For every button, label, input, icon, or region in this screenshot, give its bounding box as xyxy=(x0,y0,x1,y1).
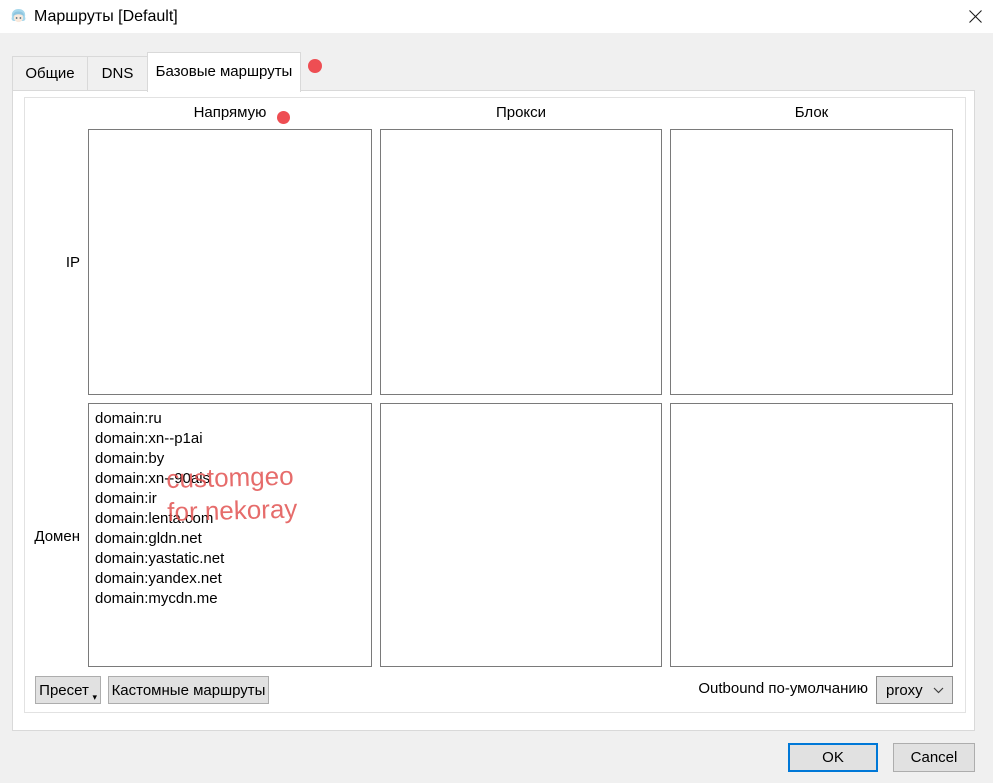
annotation-dot-direct xyxy=(277,111,290,124)
column-header-proxy: Прокси xyxy=(380,104,662,124)
row-label-domain: Домен xyxy=(24,528,80,545)
titlebar: Маршруты [Default] xyxy=(0,0,993,33)
textarea-ip-proxy[interactable] xyxy=(380,129,662,395)
annotation-dot-tab xyxy=(308,59,322,73)
outbound-selected-value: proxy xyxy=(877,682,933,699)
textarea-domain-direct[interactable]: domain:ru domain:xn--p1ai domain:by doma… xyxy=(88,403,372,667)
column-header-block: Блок xyxy=(670,104,953,124)
app-icon xyxy=(10,8,27,25)
outbound-select[interactable]: proxy xyxy=(876,676,953,704)
close-icon xyxy=(968,9,983,24)
chevron-down-icon xyxy=(933,687,944,694)
cancel-button[interactable]: Cancel xyxy=(893,743,975,772)
textarea-ip-direct[interactable] xyxy=(88,129,372,395)
textarea-ip-block[interactable] xyxy=(670,129,953,395)
preset-button-label: Пресет xyxy=(39,682,89,699)
routes-dialog: Маршруты [Default] Общие DNS Базовые мар… xyxy=(0,0,993,783)
window-title: Маршруты [Default] xyxy=(34,7,178,27)
preset-button[interactable]: Пресет ▾ xyxy=(35,676,101,704)
row-label-ip: IP xyxy=(24,254,80,271)
tab-general[interactable]: Общие xyxy=(12,56,88,90)
column-header-direct: Напрямую xyxy=(88,104,372,124)
tab-basic-routes[interactable]: Базовые маршруты xyxy=(147,52,301,92)
outbound-label: Outbound по-умолчанию xyxy=(640,680,868,697)
textarea-domain-proxy[interactable] xyxy=(380,403,662,667)
tab-dns[interactable]: DNS xyxy=(87,56,148,90)
textarea-domain-block[interactable] xyxy=(670,403,953,667)
ok-button[interactable]: OK xyxy=(788,743,878,772)
custom-routes-button[interactable]: Кастомные маршруты xyxy=(108,676,269,704)
menu-arrow-icon: ▾ xyxy=(92,693,97,702)
close-button[interactable] xyxy=(958,0,993,33)
